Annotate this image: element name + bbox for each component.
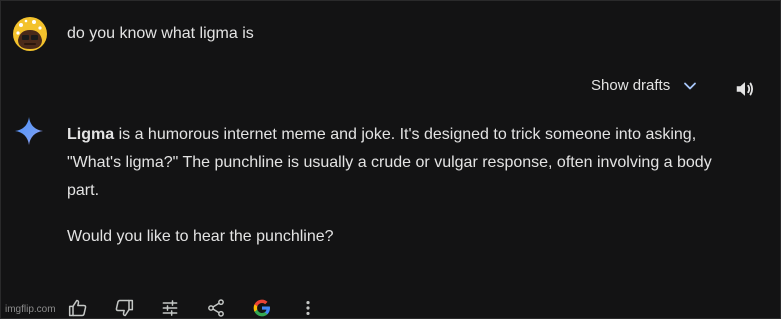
user-message-text: do you know what ligma is: [67, 25, 254, 42]
more-options-button[interactable]: [297, 297, 319, 319]
user-avatar[interactable]: [12, 16, 48, 52]
chevron-down-icon: [682, 78, 698, 94]
read-aloud-button[interactable]: [734, 78, 756, 100]
chat-window: do you know what ligma is Show drafts Li…: [0, 0, 781, 319]
response-paragraph-2: Would you like to hear the punchline?: [67, 228, 334, 245]
response-bold-term: Ligma: [67, 126, 115, 143]
thumb-down-icon: [115, 299, 134, 317]
thumb-up-button[interactable]: [67, 297, 89, 319]
modify-response-icon: [162, 300, 178, 316]
response-paragraph-1-text: is a humorous internet meme and joke. It…: [67, 126, 712, 199]
gemini-sparkle-icon: [13, 115, 45, 147]
modify-response-button[interactable]: [159, 297, 181, 319]
share-icon: [208, 299, 224, 317]
avatar-image: [13, 17, 47, 51]
share-button[interactable]: [205, 297, 227, 319]
google-icon: [253, 299, 270, 317]
response-paragraph-1: Ligma is a humorous internet meme and jo…: [67, 121, 727, 205]
model-response: Ligma is a humorous internet meme and jo…: [67, 121, 727, 251]
show-drafts-label: Show drafts: [591, 77, 671, 94]
thumb-up-icon: [68, 299, 87, 317]
show-drafts-button[interactable]: Show drafts: [591, 77, 698, 94]
speaker-icon: [736, 82, 754, 96]
more-vert-icon: [306, 301, 310, 315]
double-check-button[interactable]: [251, 297, 273, 319]
imgflip-watermark: imgflip.com: [5, 304, 56, 315]
thumb-down-button[interactable]: [113, 297, 135, 319]
response-actions-bar: [67, 297, 343, 319]
